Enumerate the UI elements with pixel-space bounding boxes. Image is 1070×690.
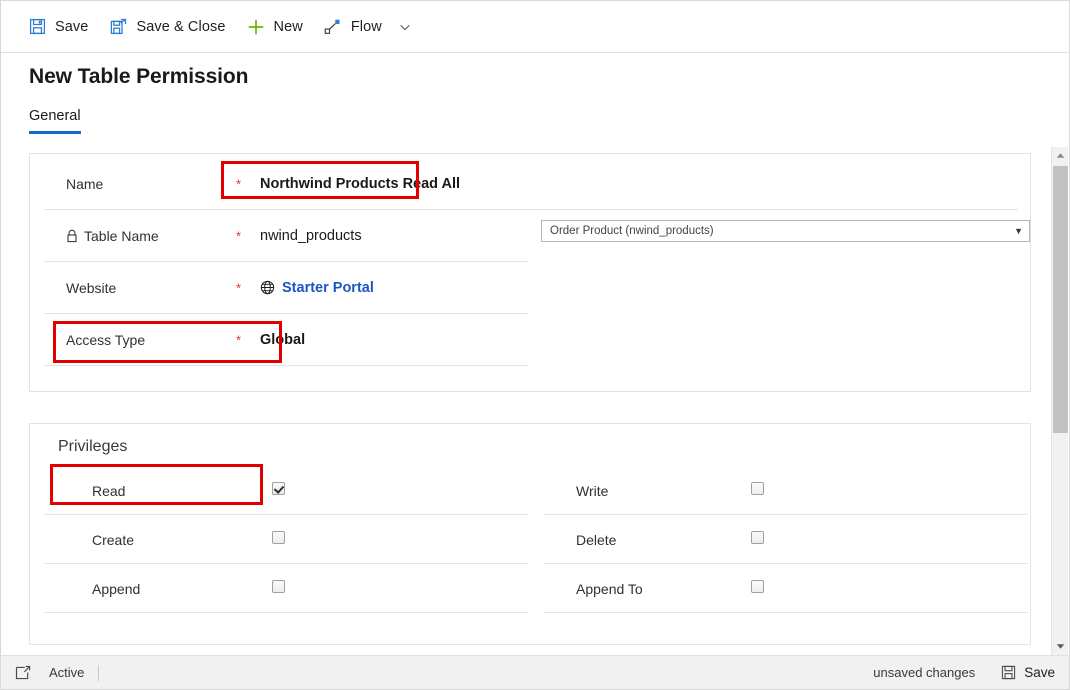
required-asterisk-access-type: * — [236, 332, 242, 347]
scroll-up-arrow-icon[interactable] — [1052, 147, 1069, 164]
unsaved-changes-label: unsaved changes — [873, 665, 976, 680]
field-value-website[interactable]: Starter Portal — [260, 280, 374, 296]
general-section-card: Name * Northwind Products Read All Table… — [29, 153, 1031, 392]
field-value-access-type[interactable]: Global — [260, 332, 305, 348]
save-and-close-button[interactable]: Save & Close — [98, 9, 235, 45]
field-label-table-name: Table Name — [66, 228, 159, 244]
field-label-table-name-text: Table Name — [84, 227, 159, 244]
save-icon — [1001, 665, 1016, 680]
privilege-row-create: Create — [44, 515, 528, 564]
required-asterisk-table-name: * — [236, 228, 242, 243]
field-label-name: Name — [66, 175, 104, 192]
field-row-website: Website * Starter Portal — [30, 262, 1030, 313]
privilege-row-write: Write — [543, 466, 1027, 515]
save-icon — [27, 17, 47, 37]
new-button-label: New — [273, 18, 303, 35]
field-value-table-name[interactable]: nwind_products — [260, 228, 362, 244]
field-label-website: Website — [66, 279, 117, 296]
privilege-row-delete: Delete — [543, 515, 1027, 564]
tab-general[interactable]: General — [29, 108, 81, 134]
save-and-close-icon — [108, 17, 128, 37]
privilege-label-append: Append — [92, 580, 141, 597]
privileges-section-card: Privileges Read Create Append Write Dele… — [29, 423, 1031, 645]
privilege-row-read: Read — [44, 466, 528, 515]
save-button[interactable]: Save — [17, 9, 98, 45]
privilege-label-create: Create — [92, 531, 135, 548]
scrollbar-thumb[interactable] — [1053, 166, 1068, 433]
flow-chevron-down-icon[interactable] — [392, 11, 418, 43]
flow-button-label: Flow — [350, 18, 382, 35]
scroll-down-arrow-icon[interactable] — [1052, 638, 1069, 655]
required-asterisk-name: * — [236, 176, 242, 191]
privilege-label-write: Write — [576, 482, 609, 499]
field-row-name: Name * Northwind Products Read All — [30, 158, 1030, 209]
status-state: Active — [49, 664, 100, 681]
privilege-label-append-to: Append To — [576, 580, 643, 597]
save-and-close-button-label: Save & Close — [136, 18, 226, 35]
popout-icon[interactable] — [15, 665, 31, 681]
form-scroll-region: Name * Northwind Products Read All Table… — [15, 147, 1055, 655]
row-separator — [44, 612, 528, 613]
flow-icon — [323, 17, 343, 37]
privileges-heading: Privileges — [58, 438, 128, 455]
row-separator — [44, 365, 528, 366]
page-title: New Table Permission — [29, 65, 249, 88]
field-value-name[interactable]: Northwind Products Read All — [260, 176, 460, 192]
field-label-access-type: Access Type — [66, 331, 146, 348]
vertical-scrollbar[interactable] — [1051, 147, 1068, 655]
table-permission-form-window: Save Save & Close New Flow New Table Per… — [0, 0, 1070, 690]
privilege-label-delete: Delete — [576, 531, 617, 548]
status-save-label: Save — [1024, 665, 1055, 680]
privilege-checkbox-delete[interactable] — [751, 530, 764, 549]
globe-icon — [260, 280, 275, 295]
privilege-row-append-to: Append To — [543, 564, 1027, 613]
privilege-label-read: Read — [92, 482, 126, 499]
privilege-checkbox-write[interactable] — [751, 481, 764, 500]
table-lookup-dropdown[interactable]: Order Product (nwind_products) ▼ — [541, 220, 1030, 242]
privilege-checkbox-read[interactable] — [272, 481, 285, 500]
required-asterisk-website: * — [236, 280, 242, 295]
command-bar: Save Save & Close New Flow — [1, 1, 1069, 53]
tabstrip: General — [29, 107, 81, 134]
privilege-checkbox-append[interactable] — [272, 579, 285, 598]
status-bar: Active unsaved changes Save — [1, 655, 1069, 689]
row-separator — [543, 612, 1027, 613]
privilege-checkbox-create[interactable] — [272, 530, 285, 549]
save-button-label: Save — [55, 18, 89, 35]
lock-icon — [66, 229, 78, 243]
dropdown-arrow-icon: ▼ — [1014, 226, 1023, 236]
plus-icon — [246, 17, 266, 37]
privilege-checkbox-append-to[interactable] — [751, 579, 764, 598]
status-save-button[interactable]: Save — [1001, 665, 1055, 680]
flow-button[interactable]: Flow — [313, 9, 392, 45]
field-value-website-text: Starter Portal — [282, 279, 374, 296]
privilege-row-append: Append — [44, 564, 528, 613]
field-row-access-type: Access Type * Global — [30, 314, 1030, 365]
table-lookup-dropdown-value: Order Product (nwind_products) — [550, 225, 714, 237]
new-button[interactable]: New — [236, 9, 313, 45]
